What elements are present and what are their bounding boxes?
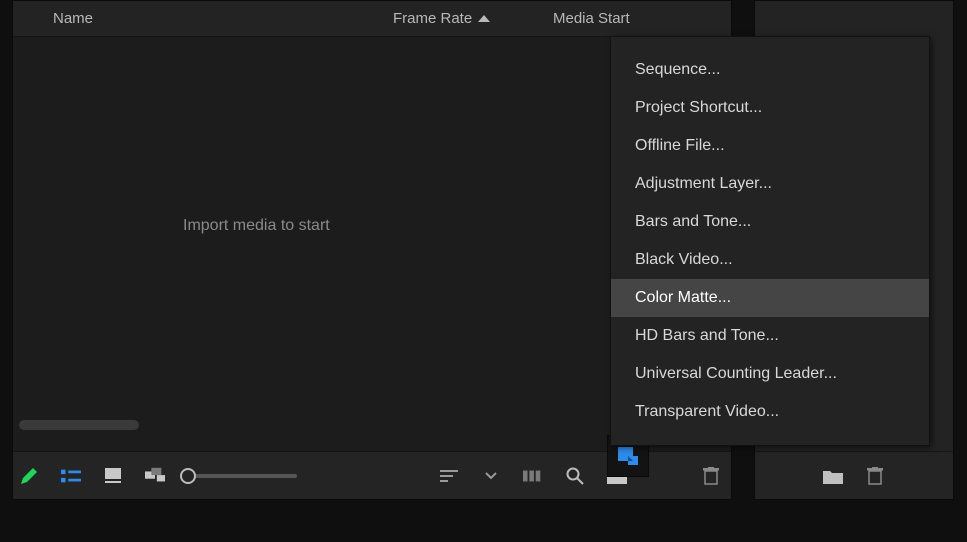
automate-to-sequence-icon[interactable]: [523, 466, 543, 486]
sort-ascending-icon: [478, 15, 490, 22]
menu-item-hd-bars-and-tone[interactable]: HD Bars and Tone...: [611, 317, 929, 355]
zoom-track: [187, 474, 297, 478]
write-pencil-icon[interactable]: [19, 466, 39, 486]
secondary-toolbar: [755, 451, 953, 499]
menu-item-counting-leader[interactable]: Universal Counting Leader...: [611, 355, 929, 393]
column-header-row: Name Frame Rate Media Start: [13, 1, 731, 37]
sort-menu-icon[interactable]: [439, 466, 459, 486]
horizontal-scrollbar[interactable]: [19, 420, 139, 430]
search-icon[interactable]: [565, 466, 585, 486]
menu-item-bars-and-tone[interactable]: Bars and Tone...: [611, 203, 929, 241]
menu-item-sequence[interactable]: Sequence...: [611, 51, 929, 89]
column-header-frame-rate-label: Frame Rate: [393, 10, 472, 27]
trash-icon[interactable]: [701, 466, 721, 486]
menu-item-offline-file[interactable]: Offline File...: [611, 127, 929, 165]
menu-item-black-video[interactable]: Black Video...: [611, 241, 929, 279]
menu-item-adjustment-layer[interactable]: Adjustment Layer...: [611, 165, 929, 203]
trash-icon[interactable]: [865, 466, 885, 486]
menu-item-transparent-video[interactable]: Transparent Video...: [611, 393, 929, 431]
icon-view-icon[interactable]: [103, 466, 123, 486]
column-header-media-start[interactable]: Media Start: [553, 10, 731, 27]
list-view-icon[interactable]: [61, 466, 81, 486]
empty-bin-message: Import media to start: [183, 217, 330, 235]
zoom-slider[interactable]: [187, 474, 297, 478]
column-header-frame-rate[interactable]: Frame Rate: [393, 10, 553, 27]
new-bin-icon[interactable]: [823, 466, 843, 486]
freeform-view-icon[interactable]: [145, 466, 165, 486]
zoom-knob-icon[interactable]: [180, 468, 196, 484]
chevron-down-icon[interactable]: [481, 466, 501, 486]
column-header-name[interactable]: Name: [53, 10, 393, 27]
menu-item-project-shortcut[interactable]: Project Shortcut...: [611, 89, 929, 127]
menu-item-color-matte[interactable]: Color Matte...: [611, 279, 929, 317]
new-item-context-menu: Sequence... Project Shortcut... Offline …: [610, 36, 930, 446]
